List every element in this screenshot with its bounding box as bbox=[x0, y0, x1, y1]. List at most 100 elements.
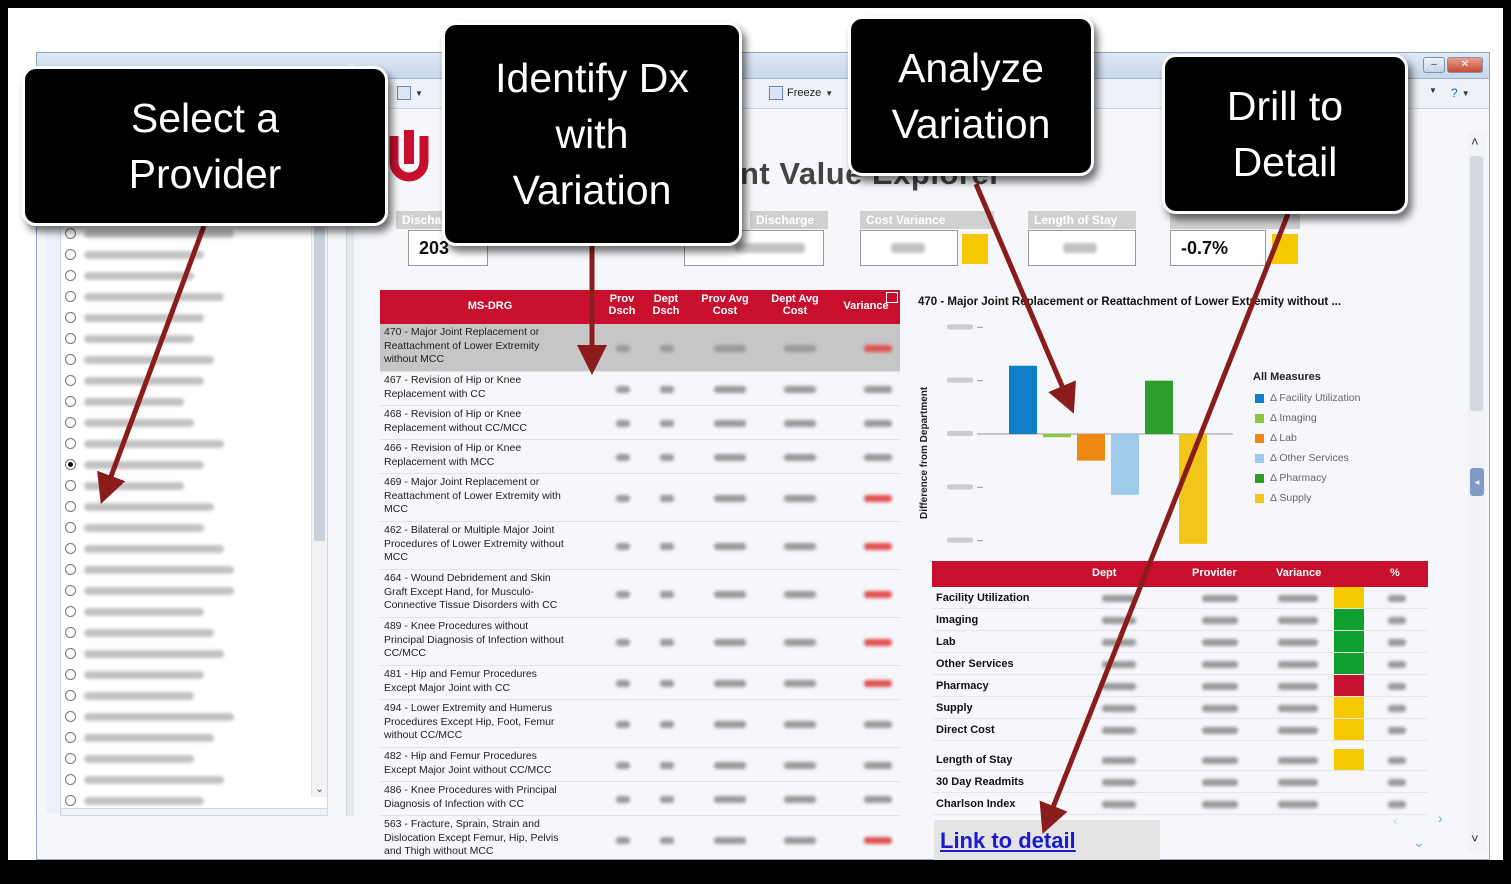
freeze-button[interactable]: Freeze ▼ bbox=[769, 86, 833, 100]
provider-radio[interactable] bbox=[65, 732, 76, 743]
provider-radio[interactable] bbox=[65, 690, 76, 701]
provider-list-item[interactable] bbox=[65, 265, 194, 286]
chevron-up-icon[interactable]: ˄ bbox=[1471, 134, 1479, 149]
col-dept-avg-cost[interactable]: Dept Avg Cost bbox=[762, 293, 828, 317]
provider-radio[interactable] bbox=[65, 669, 76, 680]
provider-radio[interactable] bbox=[65, 228, 76, 239]
provider-radio[interactable] bbox=[65, 333, 76, 344]
provider-radio[interactable] bbox=[65, 711, 76, 722]
provider-list-item[interactable] bbox=[65, 328, 194, 349]
col-prov-avg-cost[interactable]: Prov Avg Cost bbox=[692, 293, 758, 317]
provider-list-item[interactable] bbox=[65, 475, 184, 496]
chart-bar-6[interactable] bbox=[1179, 434, 1207, 544]
provider-radio[interactable] bbox=[65, 438, 76, 449]
provider-radio[interactable] bbox=[65, 606, 76, 617]
provider-list-item[interactable] bbox=[65, 643, 224, 664]
legend-item[interactable]: Δ Lab bbox=[1255, 432, 1297, 444]
provider-radio[interactable] bbox=[65, 648, 76, 659]
chevron-down-icon[interactable]: ⌄ bbox=[315, 782, 324, 795]
provider-list-item[interactable] bbox=[65, 664, 204, 685]
toolbar-view-button[interactable]: ▼ bbox=[397, 86, 423, 100]
provider-list-item[interactable] bbox=[65, 769, 224, 790]
provider-radio[interactable] bbox=[65, 795, 76, 806]
help-button[interactable]: ? ▼ bbox=[1451, 86, 1470, 100]
legend-item[interactable]: Δ Other Services bbox=[1255, 452, 1349, 464]
close-button[interactable]: ✕ bbox=[1447, 57, 1483, 73]
provider-list-item[interactable] bbox=[65, 370, 204, 391]
provider-list-item[interactable] bbox=[65, 286, 224, 307]
drg-table-row[interactable]: 494 - Lower Extremity and Humerus Proced… bbox=[380, 700, 900, 748]
provider-list-item[interactable] bbox=[65, 349, 214, 370]
provider-list-item[interactable] bbox=[65, 391, 184, 412]
chevron-down-icon[interactable]: ˅ bbox=[1471, 831, 1479, 846]
chart-bar-4[interactable] bbox=[1111, 434, 1139, 495]
provider-radio[interactable] bbox=[65, 774, 76, 785]
drg-table-row[interactable]: 467 - Revision of Hip or Knee Replacemen… bbox=[380, 372, 900, 406]
provider-radio[interactable] bbox=[65, 480, 76, 491]
provider-radio[interactable] bbox=[65, 249, 76, 260]
chevron-right-icon[interactable]: › bbox=[1438, 810, 1443, 826]
provider-radio[interactable] bbox=[65, 543, 76, 554]
provider-list-item[interactable] bbox=[65, 706, 234, 727]
provider-radio[interactable] bbox=[65, 627, 76, 638]
drg-table-row[interactable]: 468 - Revision of Hip or Knee Replacemen… bbox=[380, 406, 900, 440]
provider-radio[interactable] bbox=[65, 354, 76, 365]
col-prov-dsch[interactable]: Prov Dsch bbox=[602, 293, 642, 317]
drg-table-row[interactable]: 470 - Major Joint Replacement or Reattac… bbox=[380, 324, 900, 372]
col-msdrg[interactable]: MS-DRG bbox=[380, 300, 600, 312]
link-to-detail[interactable]: Link to detail bbox=[940, 828, 1076, 854]
provider-radio[interactable] bbox=[65, 270, 76, 281]
provider-scrollbar[interactable]: ⌄ bbox=[311, 187, 327, 797]
provider-radio[interactable] bbox=[65, 585, 76, 596]
chart-bar-5[interactable] bbox=[1145, 380, 1173, 434]
chart-bar-1[interactable] bbox=[1009, 365, 1037, 434]
minimize-button[interactable]: – bbox=[1423, 57, 1445, 73]
drg-table-row[interactable]: 464 - Wound Debridement and Skin Graft E… bbox=[380, 570, 900, 618]
drg-table-row[interactable]: 563 - Fracture, Sprain, Strain and Dislo… bbox=[380, 816, 900, 860]
provider-radio[interactable] bbox=[65, 522, 76, 533]
provider-list-item[interactable] bbox=[65, 412, 194, 433]
provider-radio[interactable] bbox=[65, 501, 76, 512]
drg-table-row[interactable]: 482 - Hip and Femur Procedures Except Ma… bbox=[380, 748, 900, 782]
chart-bar-3[interactable] bbox=[1077, 434, 1105, 461]
provider-list-item[interactable] bbox=[65, 727, 214, 748]
provider-list-item[interactable] bbox=[65, 685, 194, 706]
legend-item[interactable]: Δ Facility Utilization bbox=[1255, 392, 1360, 404]
col-dept-dsch[interactable]: Dept Dsch bbox=[646, 293, 686, 317]
provider-radio[interactable] bbox=[65, 459, 76, 470]
provider-list-item[interactable] bbox=[65, 223, 234, 244]
provider-radio[interactable] bbox=[65, 564, 76, 575]
provider-radio[interactable] bbox=[65, 417, 76, 428]
drg-table-row[interactable]: 462 - Bilateral or Multiple Major Joint … bbox=[380, 522, 900, 570]
provider-list-item[interactable] bbox=[65, 748, 194, 769]
chevron-down-icon[interactable]: ⌄ bbox=[1413, 834, 1425, 851]
drg-table-row[interactable]: 469 - Major Joint Replacement or Reattac… bbox=[380, 474, 900, 522]
provider-list-item[interactable] bbox=[65, 454, 204, 475]
provider-list-item[interactable] bbox=[65, 580, 234, 601]
drg-table-row[interactable]: 466 - Revision of Hip or Knee Replacemen… bbox=[380, 440, 900, 474]
scroll-thumb[interactable] bbox=[1470, 156, 1483, 411]
chart-bar-2[interactable] bbox=[1043, 434, 1071, 438]
provider-list-item[interactable] bbox=[65, 244, 204, 265]
provider-list-item[interactable] bbox=[65, 496, 214, 517]
provider-radio[interactable] bbox=[65, 312, 76, 323]
drg-table-row[interactable]: 486 - Knee Procedures with Principal Dia… bbox=[380, 782, 900, 816]
scroll-thumb[interactable] bbox=[314, 191, 325, 541]
drg-table-row[interactable]: 489 - Knee Procedures without Principal … bbox=[380, 618, 900, 666]
provider-list-item[interactable] bbox=[65, 307, 204, 328]
provider-list-item[interactable] bbox=[65, 538, 224, 559]
provider-radio[interactable] bbox=[65, 291, 76, 302]
provider-list-item[interactable] bbox=[65, 433, 224, 454]
provider-list-item[interactable] bbox=[65, 559, 234, 580]
provider-radio[interactable] bbox=[65, 396, 76, 407]
legend-item[interactable]: Δ Pharmacy bbox=[1255, 472, 1327, 484]
collapse-panel-tab[interactable]: ◂ bbox=[1470, 468, 1484, 496]
chevron-left-icon[interactable]: ‹ bbox=[1393, 812, 1398, 828]
toolbar-more-button[interactable]: ▼ bbox=[1429, 86, 1437, 95]
legend-item[interactable]: Δ Imaging bbox=[1255, 412, 1317, 424]
provider-radio[interactable] bbox=[65, 753, 76, 764]
export-icon[interactable] bbox=[886, 292, 898, 303]
drg-table-row[interactable]: 481 - Hip and Femur Procedures Except Ma… bbox=[380, 666, 900, 700]
provider-list-item[interactable] bbox=[65, 622, 214, 643]
provider-list-item[interactable] bbox=[65, 601, 204, 622]
